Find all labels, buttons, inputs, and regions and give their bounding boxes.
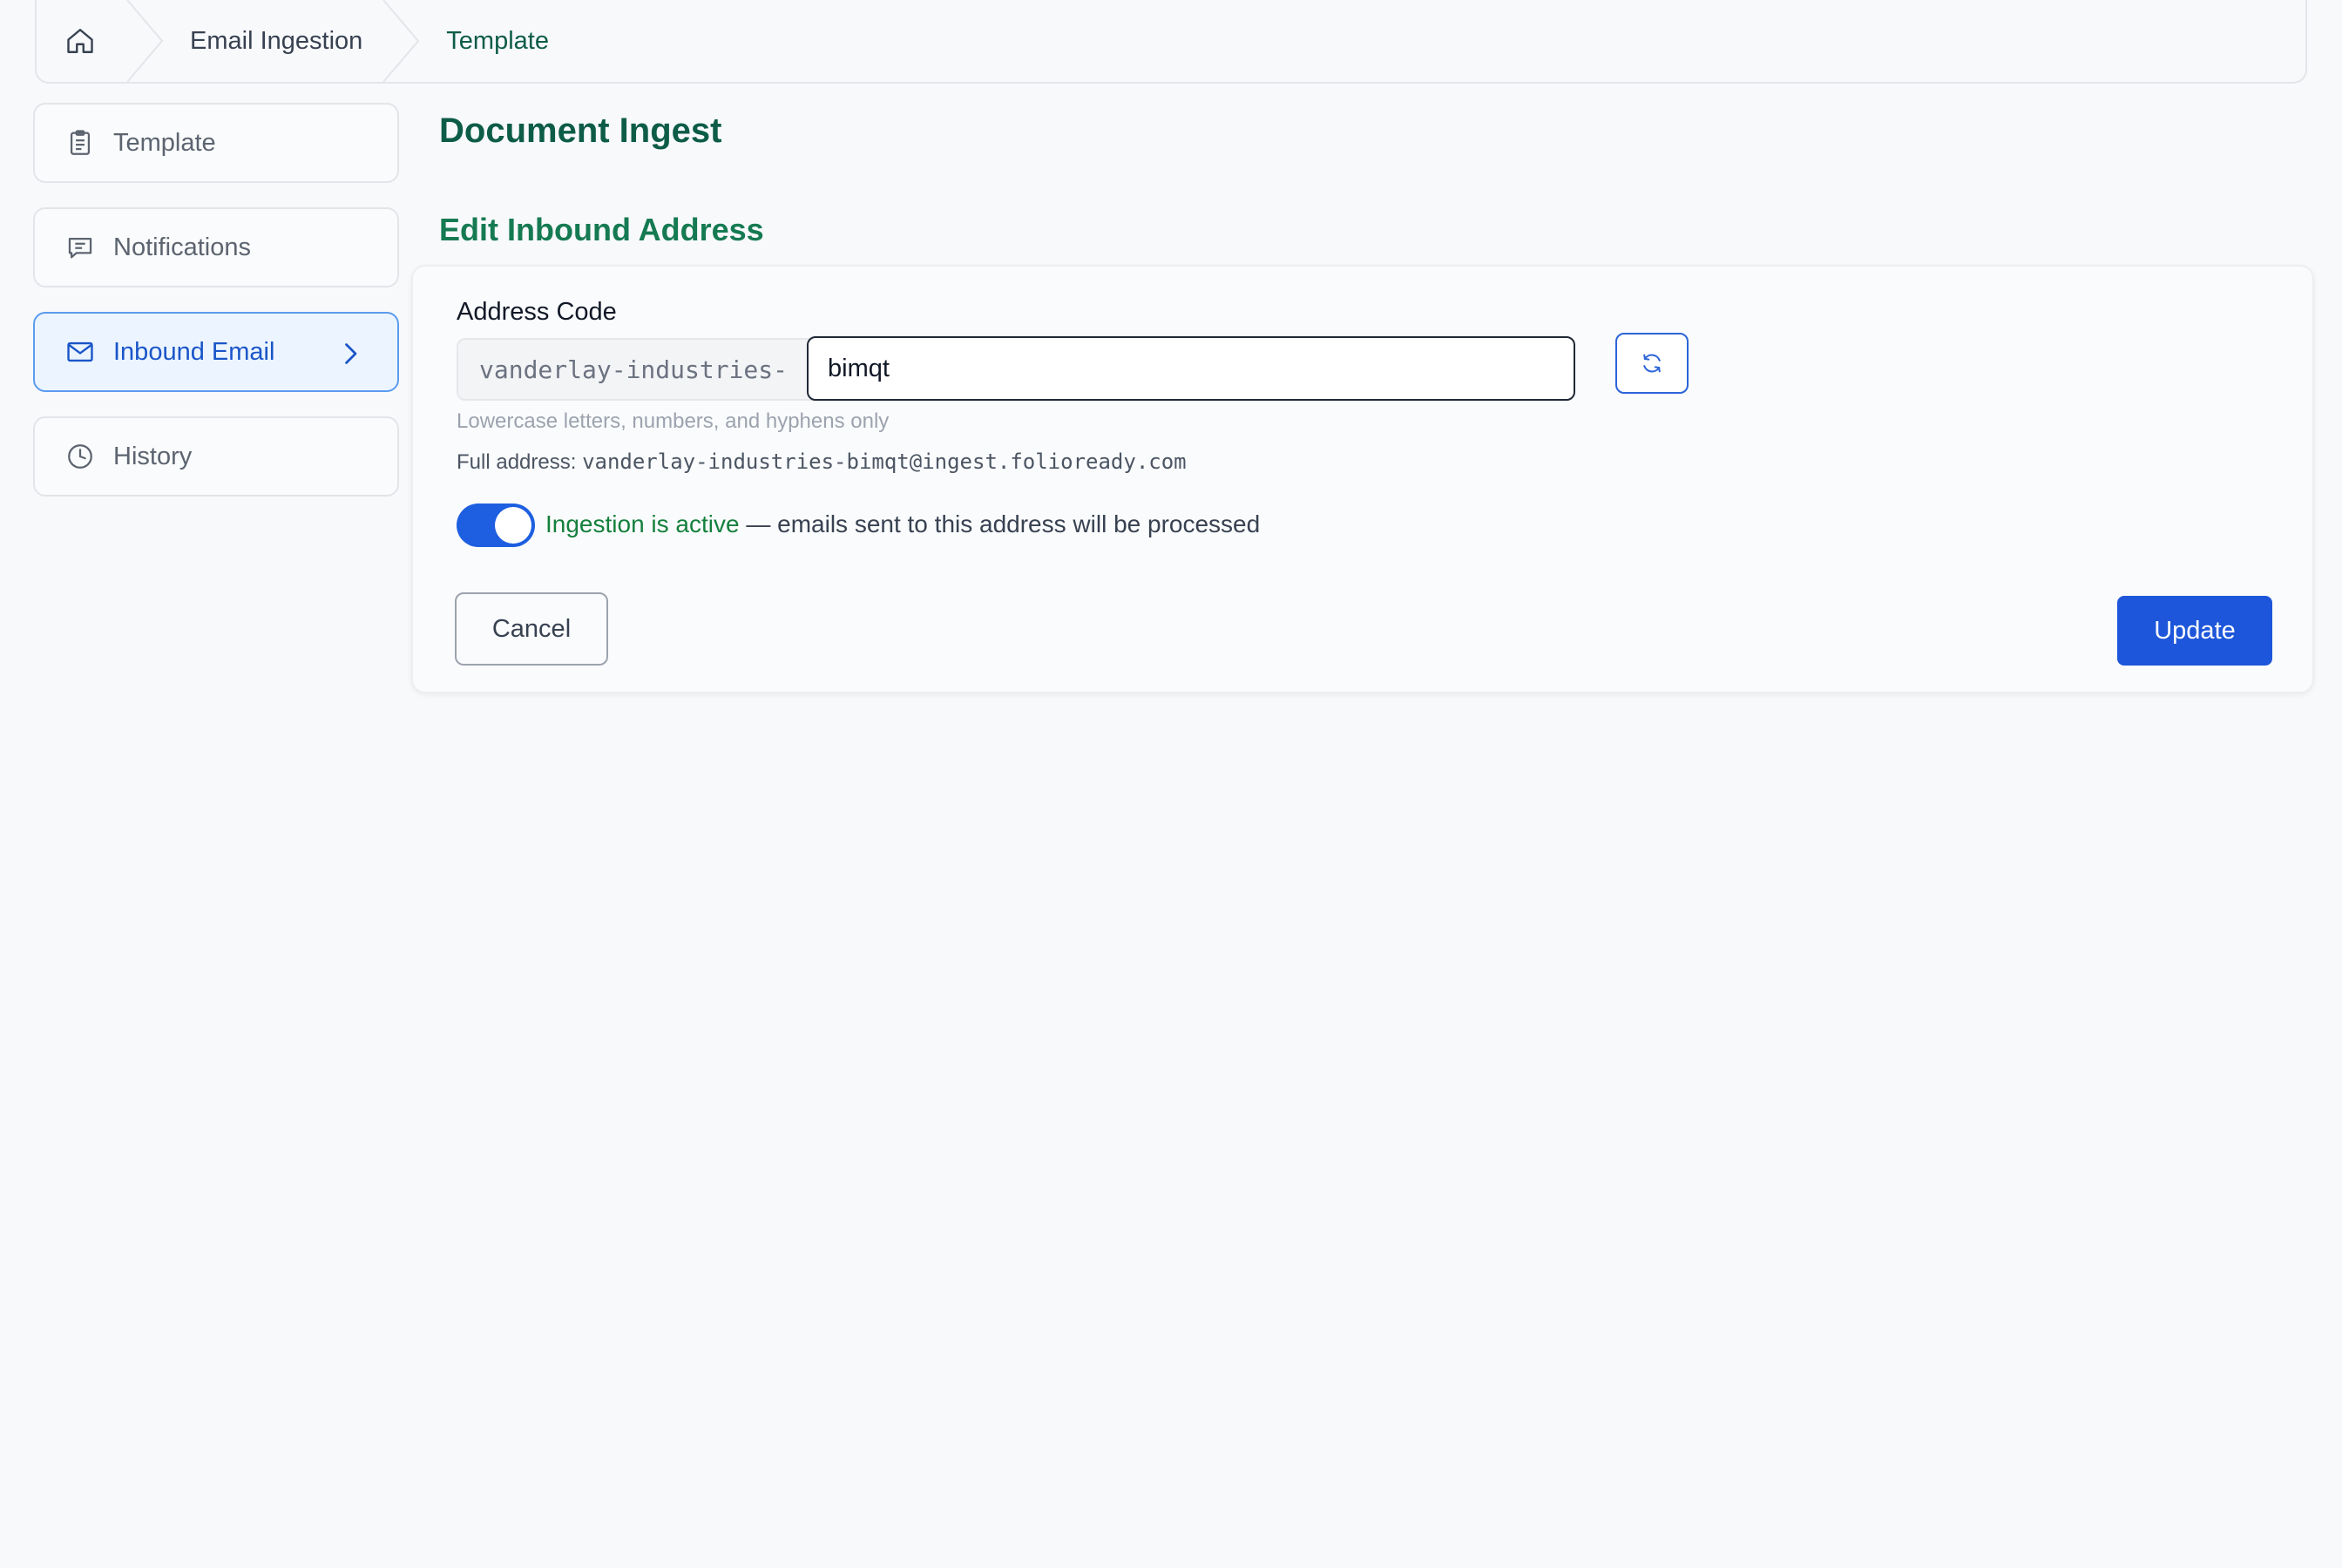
clipboard-icon	[64, 127, 96, 159]
refresh-icon	[1643, 354, 1661, 373]
message-icon	[64, 232, 96, 263]
toggle-knob	[495, 507, 531, 544]
sidebar-item-label: Notifications	[113, 233, 251, 261]
sidebar-item-inbound-email[interactable]: Inbound Email	[33, 312, 399, 392]
breadcrumb-item-template: Template	[446, 26, 549, 55]
toggle-detail: — emails sent to this address will be pr…	[739, 510, 1261, 537]
breadcrumb-item-email-ingestion[interactable]: Email Ingestion	[167, 0, 380, 82]
breadcrumb-separator	[126, 0, 164, 82]
sidebar-item-label: Inbound Email	[113, 337, 275, 366]
breadcrumb: Email Ingestion Template	[35, 0, 2307, 84]
breadcrumb-separator	[382, 0, 420, 82]
page-title: Document Ingest	[439, 112, 722, 150]
clock-icon	[64, 441, 96, 472]
section-title: Edit Inbound Address	[439, 212, 764, 247]
sidebar-item-history[interactable]: History	[33, 416, 399, 497]
chevron-right-icon	[345, 343, 357, 364]
update-button[interactable]: Update	[2117, 596, 2272, 666]
sidebar-item-label: Template	[113, 128, 216, 157]
sidebar-item-notifications[interactable]: Notifications	[33, 207, 399, 287]
breadcrumb-home[interactable]	[37, 0, 124, 82]
toggle-status: Ingestion is active	[545, 510, 740, 537]
ingestion-toggle[interactable]	[457, 504, 535, 547]
address-hint: Lowercase letters, numbers, and hyphens …	[457, 409, 890, 433]
full-address: Full address: vanderlay-industries-bimqt…	[457, 449, 1187, 475]
full-address-value: vanderlay-industries-bimqt@ingest.folior…	[582, 449, 1187, 474]
address-code-input[interactable]	[807, 336, 1575, 401]
address-prefix: vanderlay-industries-	[457, 338, 814, 401]
regenerate-button[interactable]	[1615, 333, 1689, 394]
toggle-description: Ingestion is active — emails sent to thi…	[545, 510, 1260, 538]
full-address-label: Full address:	[457, 450, 577, 474]
edit-address-card: Address Code vanderlay-industries- Lower…	[411, 265, 2314, 693]
sidebar-item-template[interactable]: Template	[33, 103, 399, 183]
cancel-button[interactable]: Cancel	[455, 592, 608, 666]
mail-icon	[64, 336, 96, 368]
sidebar-item-label: History	[113, 442, 193, 470]
home-icon	[67, 29, 93, 53]
address-code-label: Address Code	[457, 298, 617, 326]
app-root: Email Ingestion Template Template Notifi…	[0, 0, 2342, 1568]
